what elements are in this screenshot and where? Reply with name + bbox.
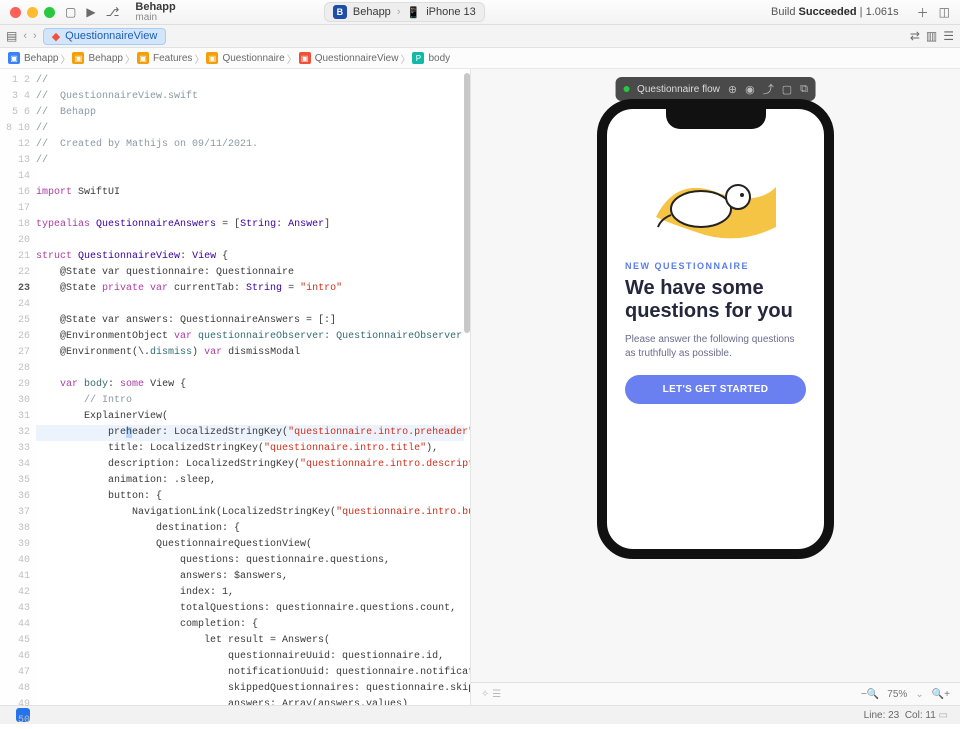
- assistant-icon[interactable]: ⇄: [910, 29, 920, 43]
- status-bar: Line: 23 Col: 11 ▭: [0, 705, 960, 724]
- property-icon: P: [412, 52, 424, 64]
- live-indicator-icon: [623, 86, 629, 92]
- breadcrumb[interactable]: ▣Behapp 〉 ▣Behapp 〉 ▣Features 〉 ▣Questio…: [0, 48, 960, 69]
- sidebar-toggle-icon[interactable]: ▢: [65, 5, 76, 19]
- active-tab-label: QuestionnaireView: [65, 30, 157, 42]
- close-window-icon[interactable]: [10, 7, 21, 18]
- cursor-line: Line: 23: [864, 710, 900, 721]
- run-button[interactable]: ▶: [86, 5, 95, 19]
- run-destination[interactable]: B Behapp › 📱 iPhone 13: [324, 2, 485, 22]
- library-icon[interactable]: ◫: [939, 5, 950, 19]
- device-icon: 📱: [406, 6, 420, 19]
- cursor-col: Col: 11: [905, 710, 936, 721]
- status-menu-icon[interactable]: ▭: [939, 710, 948, 721]
- project-icon: ▣: [8, 52, 20, 64]
- folder-icon: ▣: [137, 52, 149, 64]
- inspect-icon[interactable]: ▢: [782, 83, 792, 96]
- swift-file-icon: ▣: [299, 52, 311, 64]
- cta-button[interactable]: LET'S GET STARTED: [625, 375, 806, 404]
- folder-icon: ▣: [72, 52, 84, 64]
- preview-canvas[interactable]: Questionnaire flow ⊕ ◉ ⤴ ▢ ⧉: [471, 69, 960, 705]
- preview-screen: NEW QUESTIONNAIRE We have some questions…: [607, 109, 824, 549]
- line-gutter: 1 2 3 4 5 6 8 10 12 13 14 16 17 18 20 21…: [0, 69, 36, 705]
- chevron-right-icon: ›: [397, 6, 401, 18]
- variants-icon[interactable]: ◉: [745, 83, 755, 96]
- preview-preheader: NEW QUESTIONNAIRE: [625, 261, 806, 271]
- zoom-window-icon[interactable]: [44, 7, 55, 18]
- device-notch: [666, 107, 766, 129]
- swift-icon: ◆: [52, 30, 60, 43]
- scheme-branch: main: [135, 13, 175, 23]
- editor-scrollbar[interactable]: [464, 69, 470, 705]
- scheme-name: Behapp: [135, 2, 175, 13]
- app-icon: B: [333, 5, 347, 19]
- source-editor[interactable]: 1 2 3 4 5 6 8 10 12 13 14 16 17 18 20 21…: [0, 69, 471, 705]
- zoom-out-icon[interactable]: −🔍: [861, 689, 879, 700]
- related-items-icon[interactable]: ▤: [6, 29, 17, 43]
- back-button[interactable]: ‹: [23, 30, 27, 42]
- stop-button[interactable]: ⎇: [106, 5, 120, 19]
- tab-app-name: Behapp: [353, 6, 391, 18]
- canvas-zoom-bar: ✧ ☰ −🔍 75% ⌄ 🔍+: [471, 682, 960, 705]
- tab-device-name: iPhone 13: [426, 6, 476, 18]
- preview-title: We have some questions for you: [625, 277, 806, 323]
- editor-tabbar: ▤ ‹ › ◆ QuestionnaireView ⇄ ▥ ☰: [0, 25, 960, 48]
- minimap-icon[interactable]: ▥: [926, 29, 937, 43]
- minimize-window-icon[interactable]: [27, 7, 38, 18]
- zoom-level[interactable]: 75%: [887, 689, 907, 700]
- device-settings-icon[interactable]: ⤴: [763, 81, 774, 97]
- preview-body: Please answer the following questions as…: [625, 333, 806, 361]
- editor-options-icon[interactable]: ☰: [943, 29, 954, 43]
- build-status: Build Succeeded | 1.061s: [771, 6, 899, 18]
- chevron-down-icon[interactable]: ⌄: [915, 689, 923, 700]
- add-icon[interactable]: ＋: [917, 4, 929, 21]
- folder-icon: ▣: [206, 52, 218, 64]
- window-controls: [10, 7, 55, 18]
- duplicate-icon[interactable]: ⧉: [800, 83, 808, 96]
- device-preview: NEW QUESTIONNAIRE We have some questions…: [597, 99, 834, 559]
- zoom-in-icon[interactable]: 🔍+: [932, 689, 950, 700]
- canvas-title: Questionnaire flow: [637, 84, 720, 95]
- forward-button[interactable]: ›: [33, 30, 37, 42]
- code-content[interactable]: // // QuestionnaireView.swift // Behapp …: [36, 69, 470, 705]
- illustration: [625, 143, 806, 261]
- canvas-toolbar: Questionnaire flow ⊕ ◉ ⤴ ▢ ⧉: [615, 77, 816, 101]
- scheme-selector[interactable]: Behapp main: [135, 2, 175, 23]
- active-tab[interactable]: ◆ QuestionnaireView: [43, 28, 167, 45]
- pin-icon[interactable]: ⊕: [728, 83, 737, 96]
- toolbar: ▢ ▶ ⎇ Behapp main B Behapp › 📱 iPhone 13…: [0, 0, 960, 25]
- pin-preview-icon[interactable]: ✧ ☰: [481, 689, 501, 700]
